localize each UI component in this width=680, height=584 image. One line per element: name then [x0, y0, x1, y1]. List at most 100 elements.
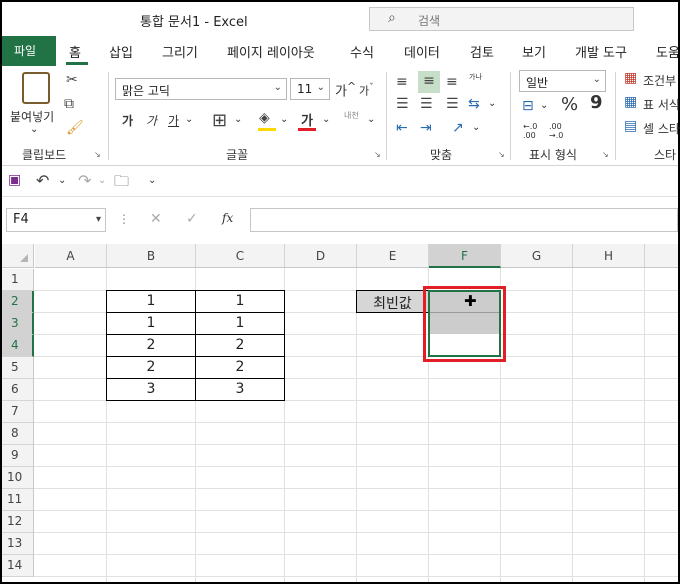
- underline-button[interactable]: 가: [168, 112, 179, 129]
- font-color-dropdown-icon[interactable]: ⌄: [322, 114, 330, 125]
- row-header-10[interactable]: 10: [2, 467, 34, 489]
- column-header-d[interactable]: D: [285, 244, 357, 268]
- accounting-dropdown-icon[interactable]: ⌄: [540, 100, 548, 111]
- decrease-decimal-button[interactable]: .00 →.0: [549, 122, 571, 140]
- cell-b5[interactable]: 2: [106, 356, 196, 379]
- row-header-9[interactable]: 9: [2, 445, 34, 467]
- fill-color-dropdown-icon[interactable]: ⌄: [280, 114, 288, 125]
- font-color-button[interactable]: 가: [301, 110, 313, 129]
- cell-c5[interactable]: 2: [195, 356, 285, 379]
- tab-help[interactable]: 도움: [656, 42, 680, 61]
- percent-button[interactable]: %: [561, 94, 578, 115]
- formula-input[interactable]: [250, 208, 678, 232]
- redo-icon[interactable]: ↷: [78, 171, 91, 190]
- tab-file[interactable]: 파일: [2, 36, 56, 66]
- enter-icon[interactable]: ✓: [186, 211, 198, 227]
- tab-review[interactable]: 검토: [470, 42, 494, 61]
- column-header-h[interactable]: H: [573, 244, 645, 268]
- column-header-f[interactable]: F: [429, 244, 501, 268]
- row-header-3[interactable]: 3: [2, 313, 34, 335]
- borders-dropdown-icon[interactable]: ⌄: [234, 114, 242, 125]
- align-top-icon[interactable]: ≡: [396, 74, 408, 90]
- paste-dropdown-icon[interactable]: ⌄: [30, 124, 38, 135]
- cell-c4[interactable]: 2: [195, 334, 285, 357]
- wrap-text-icon[interactable]: ⇆: [468, 96, 480, 112]
- column-header-i[interactable]: [645, 244, 678, 268]
- decrease-indent-icon[interactable]: ⇤: [396, 120, 408, 136]
- row-header-7[interactable]: 7: [2, 401, 34, 423]
- tab-insert[interactable]: 삽입: [109, 42, 133, 61]
- save-icon[interactable]: ▣: [8, 172, 21, 188]
- cell-b2[interactable]: 1: [106, 290, 196, 313]
- insert-function-icon[interactable]: fx: [222, 211, 233, 225]
- cell-e2-mode-label[interactable]: 최빈값: [356, 290, 429, 313]
- accounting-icon[interactable]: ⊟: [522, 98, 534, 114]
- conditional-format-button[interactable]: 조건부: [643, 72, 676, 89]
- row-header-2[interactable]: 2: [2, 291, 34, 313]
- customize-qat-icon[interactable]: ⌄: [148, 175, 156, 186]
- text-direction-icon[interactable]: ↗: [452, 120, 464, 136]
- tab-view[interactable]: 보기: [522, 42, 546, 61]
- row-header-6[interactable]: 6: [2, 379, 34, 401]
- italic-button[interactable]: 가: [146, 112, 157, 129]
- cell-b6[interactable]: 3: [106, 378, 196, 401]
- cell-b4[interactable]: 2: [106, 334, 196, 357]
- shrink-font-button[interactable]: 가ˇ: [359, 82, 374, 99]
- row-header-14[interactable]: 14: [2, 555, 34, 577]
- font-size-select[interactable]: 11 ⌄: [290, 78, 330, 100]
- row-header-12[interactable]: 12: [2, 511, 34, 533]
- row-header-1[interactable]: 1: [2, 269, 34, 291]
- redo-dropdown-icon[interactable]: ⌄: [98, 175, 106, 186]
- phonetic-dropdown-icon[interactable]: ⌄: [367, 114, 375, 125]
- cancel-icon[interactable]: ✕: [150, 211, 162, 227]
- row-header-5[interactable]: 5: [2, 357, 34, 379]
- increase-indent-icon[interactable]: ⇥: [420, 120, 432, 136]
- underline-dropdown-icon[interactable]: ⌄: [185, 114, 193, 125]
- paste-icon[interactable]: [22, 72, 50, 104]
- format-table-icon[interactable]: ▦: [624, 94, 637, 110]
- align-right-icon[interactable]: ☰: [446, 96, 459, 112]
- tab-home[interactable]: 홈: [69, 42, 81, 61]
- cell-c6[interactable]: 3: [195, 378, 285, 401]
- clipboard-launcher-icon[interactable]: ↘: [94, 150, 101, 159]
- cell-styles-icon[interactable]: ▤: [624, 118, 637, 134]
- grow-font-button[interactable]: 가^: [335, 80, 356, 99]
- tab-page-layout[interactable]: 페이지 레이아웃: [227, 42, 315, 61]
- column-header-e[interactable]: E: [357, 244, 429, 268]
- undo-icon[interactable]: ↶: [36, 171, 49, 190]
- format-table-button[interactable]: 표 서식: [643, 96, 680, 113]
- select-all-corner[interactable]: [2, 244, 34, 268]
- row-header-11[interactable]: 11: [2, 489, 34, 511]
- cell-c2[interactable]: 1: [195, 290, 285, 313]
- alignment-launcher-icon[interactable]: ↘: [498, 150, 505, 159]
- orientation-button[interactable]: 가나: [469, 72, 482, 82]
- cell-c3[interactable]: 1: [195, 312, 285, 335]
- fill-color-icon[interactable]: ◈: [259, 110, 270, 126]
- font-name-select[interactable]: 맑은 고딕 ⌄: [115, 78, 287, 100]
- column-header-a[interactable]: A: [35, 244, 107, 268]
- paste-label[interactable]: 붙여넣기: [10, 108, 54, 125]
- name-box[interactable]: F4 ▾: [6, 208, 106, 232]
- tab-formulas[interactable]: 수식: [350, 42, 374, 61]
- format-painter-icon[interactable]: 🖌: [66, 120, 84, 136]
- folder-icon[interactable]: 🗀: [114, 171, 129, 196]
- number-launcher-icon[interactable]: ↘: [602, 150, 609, 159]
- column-header-g[interactable]: G: [501, 244, 573, 268]
- cell-b3[interactable]: 1: [106, 312, 196, 335]
- wrap-dropdown-icon[interactable]: ⌄: [488, 98, 496, 109]
- increase-decimal-button[interactable]: ←.0 .00: [523, 122, 545, 140]
- row-header-13[interactable]: 13: [2, 533, 34, 555]
- tab-data[interactable]: 데이터: [404, 42, 440, 61]
- cut-icon[interactable]: ✂: [66, 72, 78, 88]
- comma-button[interactable]: 9: [590, 92, 603, 113]
- copy-icon[interactable]: ⧉: [64, 96, 74, 112]
- bold-button[interactable]: 가: [122, 112, 133, 129]
- align-bottom-icon[interactable]: ≡: [446, 74, 458, 90]
- align-middle-icon[interactable]: ≡: [418, 71, 440, 93]
- conditional-format-icon[interactable]: ▦: [624, 70, 637, 86]
- undo-dropdown-icon[interactable]: ⌄: [58, 175, 66, 186]
- column-header-c[interactable]: C: [196, 244, 285, 268]
- align-left-icon[interactable]: ☰: [396, 96, 409, 112]
- tab-draw[interactable]: 그리기: [162, 42, 198, 61]
- search-box[interactable]: ⌕ 검색: [369, 7, 634, 31]
